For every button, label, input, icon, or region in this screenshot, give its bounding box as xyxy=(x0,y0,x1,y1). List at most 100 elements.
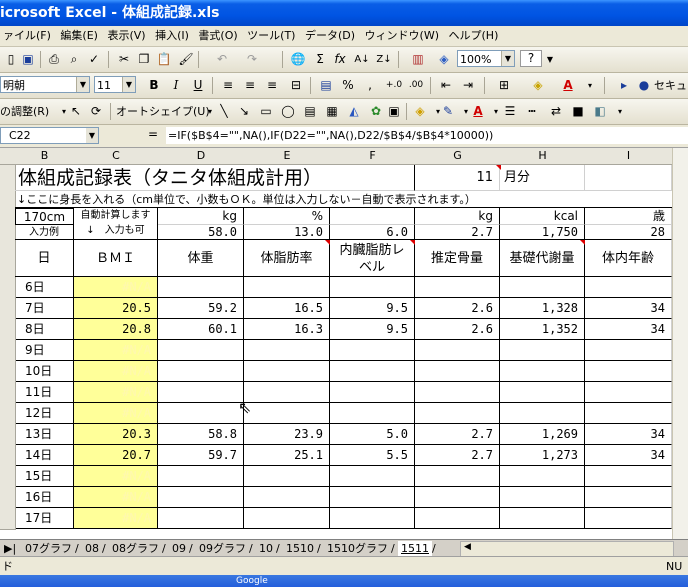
menu-file[interactable]: ァイル(F) xyxy=(0,26,54,46)
weight-cell[interactable] xyxy=(158,340,244,361)
day-cell[interactable]: 7日 xyxy=(15,298,74,319)
chevron-down-icon[interactable]: ▼ xyxy=(122,77,135,92)
column-header-b[interactable]: B xyxy=(15,148,75,165)
example-bmr[interactable]: 1,750 xyxy=(500,225,585,240)
sheet-title[interactable]: 体組成記録表（タニタ体組成計用） xyxy=(15,165,415,191)
decrease-decimal-icon[interactable]: .00 xyxy=(406,76,426,95)
paste-icon[interactable]: 📋 xyxy=(154,50,174,69)
menu-edit[interactable]: 編集(E) xyxy=(57,26,101,46)
fat-cell[interactable] xyxy=(244,487,330,508)
instruction-text[interactable]: ↓ここに身長を入れる（cm単位で、小数もＯＫ。単位は入力しない－自動で表示されま… xyxy=(15,191,672,208)
row-header[interactable] xyxy=(0,466,16,488)
bmi-cell[interactable]: 20.5 xyxy=(74,298,158,319)
fat-cell[interactable]: 16.5 xyxy=(244,298,330,319)
percent-button[interactable]: % xyxy=(338,76,358,95)
underline-button[interactable]: U xyxy=(188,76,208,95)
visceral-cell[interactable]: 9.5 xyxy=(330,298,415,319)
worksheet[interactable]: 体組成記録表（タニタ体組成計用） 11 月分 ↓ここに身長を入れる（cm単位で、… xyxy=(0,165,672,539)
row-header[interactable] xyxy=(0,208,16,226)
align-center-icon[interactable]: ≡ xyxy=(240,76,260,95)
day-cell[interactable]: 9日 xyxy=(15,340,74,361)
row-header[interactable] xyxy=(0,487,16,509)
day-cell[interactable]: 11日 xyxy=(15,382,74,403)
day-cell[interactable]: 14日 xyxy=(15,445,74,466)
bone-cell[interactable] xyxy=(415,508,500,529)
day-cell[interactable]: 10日 xyxy=(15,361,74,382)
example-bone[interactable]: 2.7 xyxy=(415,225,500,240)
column-header-e[interactable]: E xyxy=(244,148,331,165)
fill-color-icon[interactable]: ◈ xyxy=(528,76,548,95)
bmi-cell[interactable]: #N/A xyxy=(74,487,158,508)
bmr-cell[interactable] xyxy=(500,508,585,529)
clipart-icon[interactable]: ✿ xyxy=(366,102,386,121)
tab-10[interactable]: 10 xyxy=(256,541,276,556)
bmi-cell[interactable]: 20.7 xyxy=(74,445,158,466)
row-header[interactable] xyxy=(0,445,16,467)
visceral-cell[interactable] xyxy=(330,466,415,487)
visceral-cell[interactable] xyxy=(330,403,415,424)
menu-insert[interactable]: 挿入(I) xyxy=(152,26,192,46)
visceral-cell[interactable]: 5.5 xyxy=(330,445,415,466)
fat-cell[interactable] xyxy=(244,508,330,529)
horizontal-scrollbar[interactable]: ◀ xyxy=(460,541,674,557)
italic-button[interactable]: I xyxy=(166,76,186,95)
bmr-cell[interactable] xyxy=(500,382,585,403)
row-header[interactable] xyxy=(0,298,16,320)
align-left-icon[interactable]: ≡ xyxy=(218,76,238,95)
currency-icon[interactable]: ▤ xyxy=(316,76,336,95)
day-cell[interactable]: 6日 xyxy=(15,277,74,298)
help-icon[interactable]: ? xyxy=(520,50,542,67)
visceral-cell[interactable]: 9.5 xyxy=(330,319,415,340)
adjust-menu[interactable]: の調整(R) xyxy=(0,102,49,121)
oval-icon[interactable]: ◯ xyxy=(278,102,298,121)
menu-help[interactable]: ヘルプ(H) xyxy=(446,26,502,46)
arrow-style-icon[interactable]: ⇄ xyxy=(546,102,566,121)
example-weight[interactable]: 58.0 xyxy=(158,225,244,240)
save-icon[interactable]: ▣ xyxy=(18,50,38,69)
3d-icon[interactable]: ◧ xyxy=(590,102,610,121)
tab-07グラフ[interactable]: 07グラフ xyxy=(22,541,75,556)
hyperlink-icon[interactable]: 🌐 xyxy=(288,50,308,69)
align-right-icon[interactable]: ≡ xyxy=(262,76,282,95)
visceral-cell[interactable] xyxy=(330,487,415,508)
menu-view[interactable]: 表示(V) xyxy=(104,26,148,46)
day-cell[interactable]: 16日 xyxy=(15,487,74,508)
visceral-cell[interactable]: 5.0 xyxy=(330,424,415,445)
line-color-icon[interactable]: ✎ xyxy=(438,102,458,121)
column-header-c[interactable]: C xyxy=(74,148,159,165)
vertical-scrollbar[interactable] xyxy=(672,148,688,539)
row-header[interactable] xyxy=(0,340,16,362)
row-header[interactable] xyxy=(0,361,16,383)
visceral-cell[interactable] xyxy=(330,277,415,298)
bone-cell[interactable] xyxy=(415,487,500,508)
weight-cell[interactable] xyxy=(158,277,244,298)
bmr-cell[interactable]: 1,328 xyxy=(500,298,585,319)
day-cell[interactable]: 17日 xyxy=(15,508,74,529)
empty-cell[interactable] xyxy=(585,165,672,191)
bmr-cell[interactable] xyxy=(500,340,585,361)
bone-cell[interactable] xyxy=(415,466,500,487)
autoshape-menu[interactable]: オートシェイプ(U) xyxy=(116,102,210,121)
security-label[interactable]: セキュ xyxy=(654,76,687,95)
header-visceral[interactable]: 内臓脂肪レ ベル xyxy=(330,240,415,277)
unit-age[interactable]: 歳 xyxy=(585,208,672,225)
redo-icon[interactable]: ↷ xyxy=(242,50,262,69)
bone-cell[interactable]: 2.6 xyxy=(415,319,500,340)
header-bmi[interactable]: ＢＭＩ xyxy=(74,240,158,277)
header-age[interactable]: 体内年齢 xyxy=(585,240,672,277)
bmi-cell[interactable]: #N/A xyxy=(74,277,158,298)
diagram-icon[interactable]: ◭ xyxy=(344,102,364,121)
bmi-cell[interactable]: #N/A xyxy=(74,403,158,424)
weight-cell[interactable] xyxy=(158,382,244,403)
age-cell[interactable]: 34 xyxy=(585,298,672,319)
row-header[interactable] xyxy=(0,508,16,530)
example-age[interactable]: 28 xyxy=(585,225,672,240)
fat-cell[interactable] xyxy=(244,403,330,424)
row-header[interactable] xyxy=(0,403,16,425)
weight-cell[interactable] xyxy=(158,361,244,382)
chevron-down-icon[interactable]: ▼ xyxy=(501,51,514,66)
increase-decimal-icon[interactable]: +.0 xyxy=(384,76,404,95)
bmi-cell[interactable]: 20.8 xyxy=(74,319,158,340)
bmr-cell[interactable]: 1,273 xyxy=(500,445,585,466)
autosum-icon[interactable]: Σ xyxy=(310,50,330,69)
